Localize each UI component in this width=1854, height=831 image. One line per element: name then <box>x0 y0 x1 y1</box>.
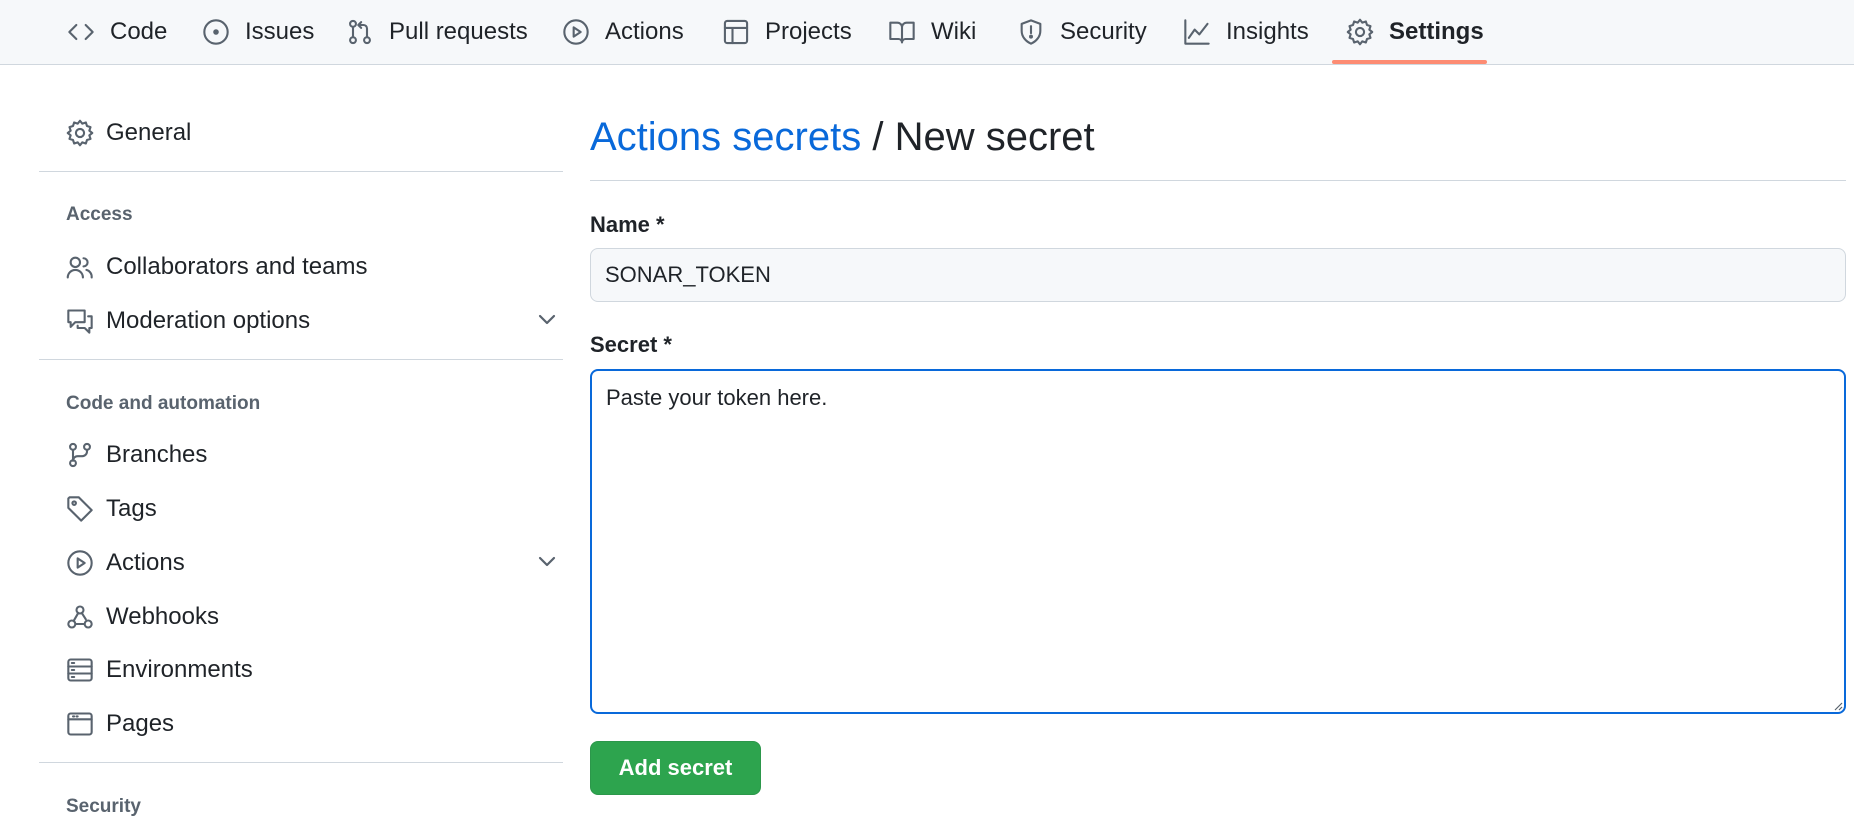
sidebar-item-label: Branches <box>106 441 208 468</box>
chevron-down-icon[interactable] <box>535 307 563 335</box>
tab-actions[interactable]: Actions <box>561 0 684 64</box>
sidebar-item-moderation[interactable]: Moderation options <box>66 301 556 341</box>
sidebar-item-general[interactable]: General <box>66 113 546 153</box>
sidebar-item-label: Pages <box>106 710 175 737</box>
git-branch-icon <box>66 441 94 469</box>
tab-code[interactable]: Code <box>66 0 167 64</box>
sidebar-divider <box>39 762 563 763</box>
secret-label: Secret * <box>590 332 672 357</box>
sidebar-item-label: Collaborators and teams <box>106 253 368 280</box>
sidebar-item-label: Actions <box>106 549 185 576</box>
breadcrumb-current: New secret <box>894 115 1095 159</box>
tab-security[interactable]: Security <box>1016 0 1147 64</box>
resize-handle-icon[interactable] <box>1831 699 1843 711</box>
tab-issues[interactable]: Issues <box>201 0 314 64</box>
sidebar-item-label: Tags <box>106 495 157 522</box>
sidebar-item-collaborators[interactable]: Collaborators and teams <box>66 247 546 287</box>
browser-icon <box>66 710 94 738</box>
tab-pull-requests[interactable]: Pull requests <box>345 0 528 64</box>
title-divider <box>590 180 1846 181</box>
table-icon <box>721 17 751 47</box>
name-input[interactable]: SONAR_TOKEN <box>590 248 1846 302</box>
tab-label: Projects <box>765 18 852 45</box>
people-icon <box>66 253 94 281</box>
tab-settings[interactable]: Settings <box>1345 0 1484 64</box>
sidebar-item-branches[interactable]: Branches <box>66 435 546 475</box>
comment-discussion-icon <box>66 307 94 335</box>
play-icon <box>561 17 591 47</box>
settings-sidebar: General Access Collaborators and teams M… <box>39 65 563 831</box>
sidebar-divider <box>39 359 563 360</box>
name-label: Name * <box>590 212 665 237</box>
code-icon <box>66 17 96 47</box>
graph-icon <box>1182 17 1212 47</box>
add-secret-button[interactable]: Add secret <box>590 741 761 795</box>
sidebar-item-actions[interactable]: Actions <box>66 543 556 583</box>
sidebar-heading-security: Security <box>66 796 141 817</box>
breadcrumb-link[interactable]: Actions secrets <box>590 115 861 159</box>
breadcrumb-separator: / <box>861 115 895 159</box>
sidebar-item-environments[interactable]: Environments <box>66 650 546 690</box>
gear-icon <box>66 119 94 147</box>
shield-icon <box>1016 17 1046 47</box>
tab-label: Code <box>110 18 168 45</box>
issue-icon <box>201 17 231 47</box>
sidebar-heading-access: Access <box>66 204 133 225</box>
tab-label: Security <box>1060 18 1147 45</box>
sidebar-item-label: Environments <box>106 656 253 683</box>
repo-nav: Code Issues Pull requests Actions Projec… <box>0 0 1854 65</box>
book-icon <box>887 17 917 47</box>
tab-label: Wiki <box>931 18 977 45</box>
tab-label: Pull requests <box>389 18 528 45</box>
sidebar-heading-code-automation: Code and automation <box>66 393 261 414</box>
active-tab-indicator <box>1332 60 1487 64</box>
sidebar-divider <box>39 171 563 172</box>
gear-icon <box>1345 17 1375 47</box>
sidebar-item-label: Webhooks <box>106 603 219 630</box>
chevron-down-icon[interactable] <box>535 549 563 577</box>
tab-label: Issues <box>245 18 315 45</box>
tab-label: Insights <box>1226 18 1309 45</box>
sidebar-item-label: Moderation options <box>106 307 311 334</box>
page-title: Actions secrets / New secret <box>590 115 1095 160</box>
tab-wiki[interactable]: Wiki <box>887 0 976 64</box>
sidebar-item-webhooks[interactable]: Webhooks <box>66 597 546 637</box>
tab-projects[interactable]: Projects <box>721 0 852 64</box>
sidebar-item-tags[interactable]: Tags <box>66 489 546 529</box>
server-icon <box>66 656 94 684</box>
play-icon <box>66 549 94 577</box>
pull-request-icon <box>345 17 375 47</box>
tab-insights[interactable]: Insights <box>1182 0 1309 64</box>
sidebar-item-label: General <box>106 119 192 146</box>
tab-label: Settings <box>1389 18 1484 45</box>
tag-icon <box>66 495 94 523</box>
tab-label: Actions <box>605 18 684 45</box>
sidebar-item-pages[interactable]: Pages <box>66 704 546 744</box>
webhook-icon <box>66 603 94 631</box>
secret-textarea[interactable]: Paste your token here. <box>590 369 1846 714</box>
